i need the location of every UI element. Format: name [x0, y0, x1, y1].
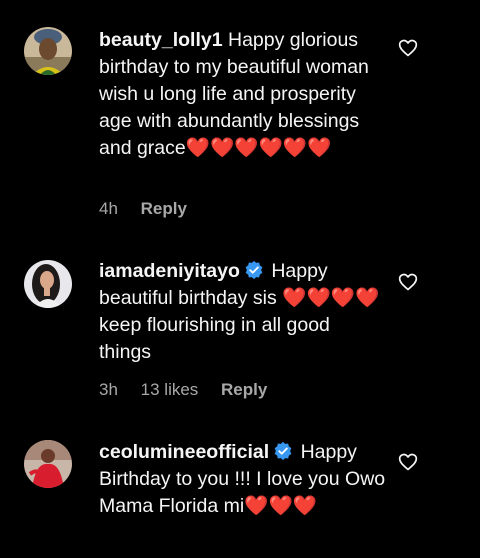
comment-time: 3h — [99, 380, 118, 399]
comment-likes[interactable]: 13 likes — [141, 380, 199, 399]
comment-meta: 4h Reply — [99, 199, 205, 219]
avatar[interactable] — [24, 260, 72, 308]
comment-body: iamadeniyitayo Happy beautiful birthday … — [99, 258, 387, 366]
heart-outline-icon[interactable] — [398, 38, 418, 58]
comment-username[interactable]: iamadeniyitayo — [99, 260, 240, 282]
reply-button[interactable]: Reply — [221, 380, 267, 399]
comment-username[interactable]: beauty_lolly1 — [99, 29, 223, 51]
verified-badge-icon — [245, 260, 263, 280]
comment-username[interactable]: ceolumineeofficial — [99, 441, 269, 463]
heart-outline-icon[interactable] — [398, 272, 418, 292]
comment-body: beauty_lolly1 Happy glorious birthday to… — [99, 27, 387, 162]
verified-badge-icon — [274, 441, 292, 461]
avatar[interactable] — [24, 440, 72, 488]
comment-body: ceolumineeofficial Happy Birthday to you… — [99, 439, 387, 520]
comment-meta: 3h 13 likes Reply — [99, 380, 285, 400]
comment-time: 4h — [99, 199, 118, 218]
reply-button[interactable]: Reply — [141, 199, 187, 218]
avatar[interactable] — [24, 27, 72, 75]
heart-outline-icon[interactable] — [398, 452, 418, 472]
